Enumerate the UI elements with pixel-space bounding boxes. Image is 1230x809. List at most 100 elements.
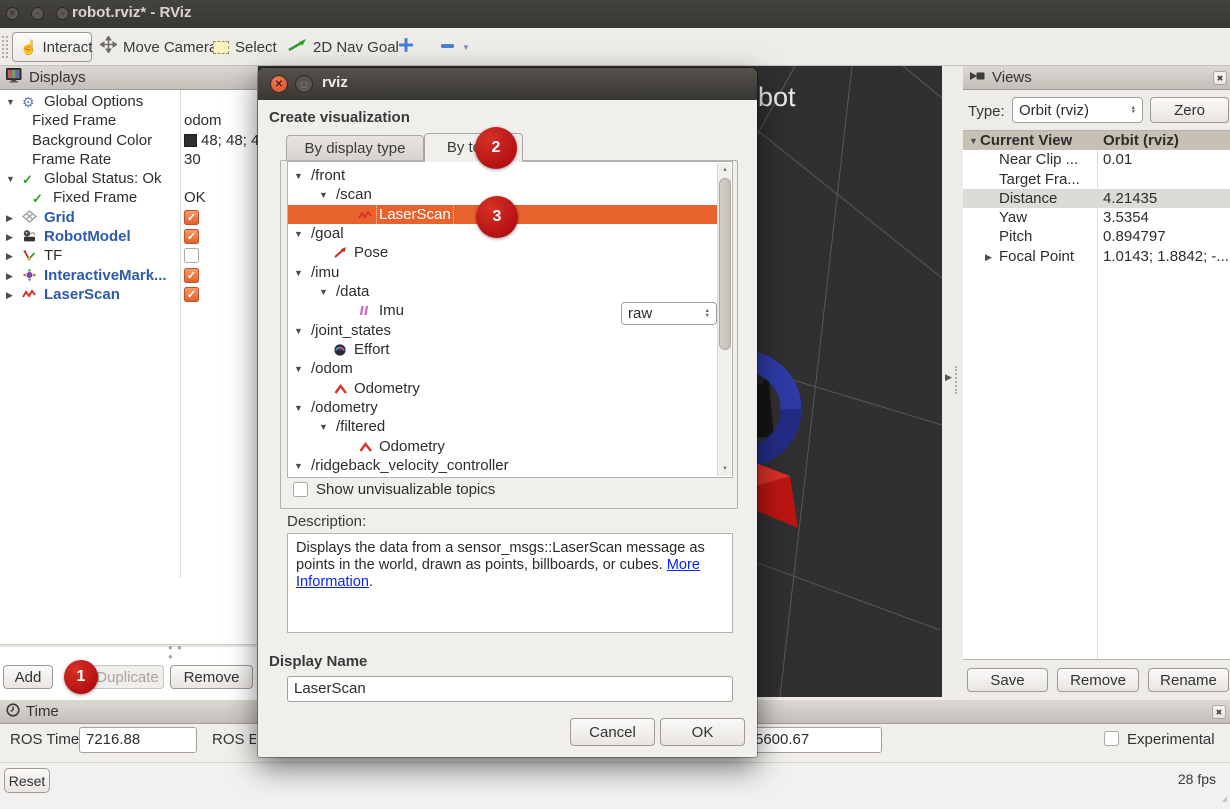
expander-icon[interactable]: ▼ bbox=[294, 403, 303, 413]
color-swatch bbox=[184, 134, 197, 147]
save-view-button[interactable]: Save bbox=[967, 668, 1048, 692]
dialog-close-icon[interactable]: ✕ bbox=[270, 75, 288, 93]
topic-row[interactable]: ▼/imu bbox=[288, 263, 718, 282]
ros-time-field[interactable]: 7216.88 bbox=[79, 727, 197, 753]
views-close-icon[interactable]: ✖ bbox=[1213, 71, 1227, 85]
window-minimize-icon[interactable]: − bbox=[31, 7, 44, 20]
duplicate-display-button[interactable]: Duplicate bbox=[91, 665, 164, 689]
expander-icon[interactable]: ▶ bbox=[6, 213, 13, 224]
status-bar: Reset Left-Click: Rotate. Middle-Click: … bbox=[0, 762, 1230, 809]
view-property-row[interactable]: ▼Current ViewOrbit (rviz) bbox=[963, 131, 1230, 150]
ok-button[interactable]: OK bbox=[660, 718, 745, 746]
topic-label: /front bbox=[311, 167, 345, 184]
expander-icon[interactable]: ▼ bbox=[294, 229, 303, 239]
dialog-maximize-icon[interactable]: ▢ bbox=[295, 75, 313, 93]
window-close-icon[interactable]: ✕ bbox=[6, 7, 19, 20]
add-tool-button[interactable] bbox=[398, 32, 414, 62]
expander-icon[interactable]: ▼ bbox=[294, 364, 303, 374]
enabled-checkbox[interactable]: ✓ bbox=[184, 229, 199, 244]
displays-splitter[interactable] bbox=[0, 644, 258, 647]
remove-display-button[interactable]: Remove bbox=[170, 665, 253, 689]
topic-row[interactable]: ▼ /front bbox=[288, 166, 718, 185]
topic-row[interactable]: ▼/data bbox=[288, 282, 718, 301]
display-property-row[interactable]: ▶LaserScan✓ bbox=[0, 285, 258, 304]
display-name-input[interactable]: LaserScan bbox=[287, 676, 733, 702]
view-property-row[interactable]: Distance4.21435 bbox=[963, 189, 1230, 208]
scrollbar-thumb[interactable] bbox=[719, 178, 731, 350]
tab-by-display-type[interactable]: By display type bbox=[286, 135, 424, 161]
view-property-row[interactable]: Target Fra... bbox=[963, 170, 1230, 189]
display-property-row[interactable]: Background Color48; 48; 4 bbox=[0, 131, 258, 150]
expander-icon[interactable]: ▶ bbox=[985, 252, 992, 263]
expander-icon[interactable]: ▶ bbox=[6, 232, 13, 243]
enabled-checkbox[interactable] bbox=[184, 248, 199, 263]
nav-goal-tool-button[interactable]: 2D Nav Goal bbox=[288, 32, 399, 62]
zero-button[interactable]: Zero bbox=[1150, 97, 1229, 123]
expander-icon[interactable]: ▼ bbox=[294, 326, 303, 336]
topic-row[interactable]: ▼/odometry bbox=[288, 398, 718, 417]
expander-icon[interactable]: ▶ bbox=[6, 251, 13, 262]
expander-icon[interactable]: ▼ bbox=[6, 97, 15, 107]
topic-row[interactable]: ▼/odom bbox=[288, 359, 718, 378]
expander-icon[interactable]: ▼ bbox=[294, 268, 303, 278]
select-tool-button[interactable]: Select bbox=[213, 32, 277, 62]
view-property-row[interactable]: Yaw3.5354 bbox=[963, 208, 1230, 227]
imu-raw-select[interactable]: raw ▲▼ bbox=[621, 302, 717, 325]
expander-icon[interactable]: ▼ bbox=[294, 461, 303, 471]
expander-icon[interactable]: ▶ bbox=[6, 290, 13, 301]
splitter-grip[interactable] bbox=[955, 366, 958, 394]
view-type-select[interactable]: Orbit (rviz) ▲▼ bbox=[1012, 97, 1143, 123]
views-panel-header[interactable]: Views ✖ bbox=[963, 66, 1230, 90]
topic-row[interactable]: ▼/ridgeback_velocity_controller bbox=[288, 456, 718, 475]
display-property-row[interactable]: ▼✓Global Status: Ok bbox=[0, 169, 258, 188]
expander-icon[interactable]: ▼ bbox=[319, 287, 328, 297]
panel-splitter-gutter[interactable]: ▶ bbox=[942, 66, 963, 697]
topic-row[interactable]: Odometry bbox=[288, 379, 718, 398]
enabled-checkbox[interactable]: ✓ bbox=[184, 268, 199, 283]
scroll-up-icon[interactable]: ▲ bbox=[719, 164, 731, 176]
move-camera-tool-button[interactable]: Move Camera bbox=[100, 32, 217, 62]
add-display-button[interactable]: Add bbox=[3, 665, 53, 689]
expander-icon[interactable]: ▼ bbox=[969, 136, 978, 146]
resize-grip[interactable]: ◢ bbox=[1222, 795, 1228, 803]
interact-tool-button[interactable]: ☝ Interact bbox=[12, 32, 92, 62]
remove-view-button[interactable]: Remove bbox=[1057, 668, 1139, 692]
cancel-button[interactable]: Cancel bbox=[570, 718, 655, 746]
display-property-row[interactable]: Frame Rate30 bbox=[0, 150, 258, 169]
display-property-row[interactable]: Fixed Frameodom bbox=[0, 111, 258, 130]
expander-icon[interactable]: ▼ bbox=[319, 422, 328, 432]
expander-icon[interactable]: ▶ bbox=[6, 271, 13, 282]
display-property-row[interactable]: ▼⚙Global Options bbox=[0, 92, 258, 111]
display-property-row[interactable]: ▶Grid✓ bbox=[0, 208, 258, 227]
collapse-arrow-icon[interactable]: ▶ bbox=[945, 372, 952, 383]
expander-icon[interactable]: ▼ bbox=[294, 171, 303, 181]
time-close-icon[interactable]: ✖ bbox=[1212, 705, 1226, 719]
displays-panel-header[interactable]: Displays bbox=[0, 66, 257, 90]
show-unvisualizable-checkbox[interactable] bbox=[293, 482, 308, 497]
enabled-checkbox[interactable]: ✓ bbox=[184, 287, 199, 302]
experimental-checkbox[interactable] bbox=[1104, 731, 1119, 746]
topic-row[interactable]: ▼/filtered bbox=[288, 417, 718, 436]
reset-button[interactable]: Reset bbox=[4, 768, 50, 793]
window-maximize-icon[interactable]: ▫ bbox=[56, 7, 69, 20]
expander-icon[interactable]: ▼ bbox=[6, 174, 15, 184]
topic-row[interactable]: Effort bbox=[288, 340, 718, 359]
view-property-row[interactable]: Near Clip ...0.01 bbox=[963, 150, 1230, 169]
view-property-row[interactable]: ▶Focal Point1.0143; 1.8842; -... bbox=[963, 247, 1230, 266]
topic-row[interactable]: Odometry bbox=[288, 437, 718, 456]
enabled-checkbox[interactable]: ✓ bbox=[184, 210, 199, 225]
scroll-down-icon[interactable]: ▼ bbox=[719, 463, 731, 475]
rename-view-button[interactable]: Rename bbox=[1148, 668, 1229, 692]
toolbar-grip[interactable] bbox=[2, 36, 8, 58]
topic-row[interactable]: Pose bbox=[288, 243, 718, 262]
display-property-row[interactable]: ▶InteractiveMark...✓ bbox=[0, 266, 258, 285]
expander-icon[interactable]: ▼ bbox=[319, 190, 328, 200]
dialog-titlebar[interactable]: ✕ ▢ rviz bbox=[258, 68, 757, 100]
view-property-row[interactable]: Pitch0.894797 bbox=[963, 227, 1230, 246]
scrollbar[interactable]: ▲ ▼ bbox=[717, 163, 731, 476]
display-property-row[interactable]: ✓Fixed FrameOK bbox=[0, 188, 258, 207]
remove-tool-button[interactable]: ▼ bbox=[440, 32, 470, 62]
wall-time-field[interactable]: 5600.67 bbox=[748, 727, 882, 753]
display-property-row[interactable]: ▶TF bbox=[0, 246, 258, 265]
display-property-row[interactable]: ▶RobotModel✓ bbox=[0, 227, 258, 246]
